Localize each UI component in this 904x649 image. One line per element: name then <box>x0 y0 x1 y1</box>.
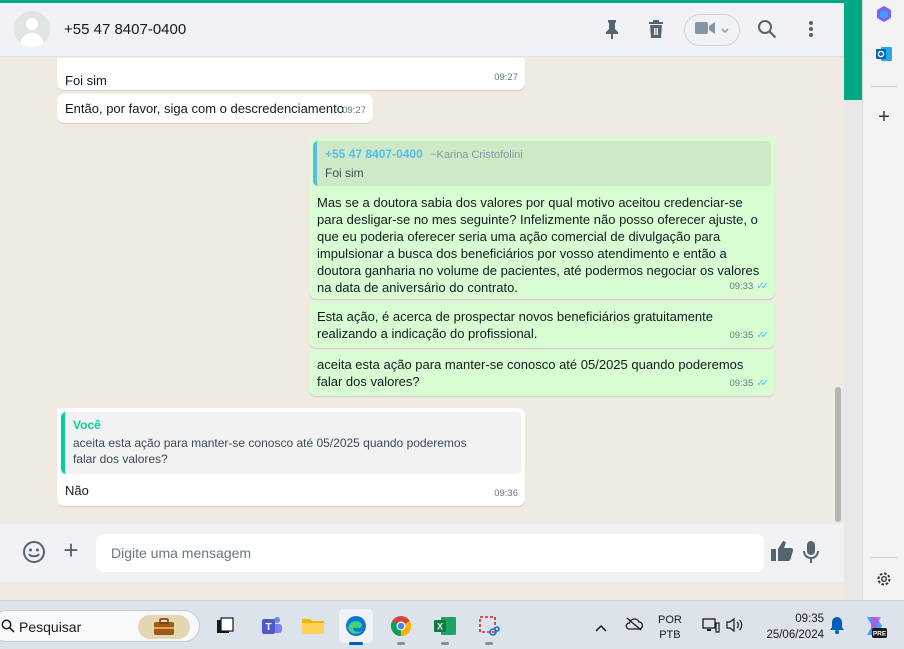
taskbar-search[interactable]: Pesquisar <box>0 610 200 642</box>
emoji-icon[interactable] <box>22 540 48 566</box>
outlook-icon[interactable] <box>875 45 893 63</box>
svg-text:PRE: PRE <box>873 631 887 638</box>
quoted-message[interactable]: Você aceita esta ação para manter-se con… <box>61 412 521 474</box>
message-text: Então, por favor, siga com o descredenci… <box>65 101 344 116</box>
briefcase-icon <box>138 615 190 639</box>
chevron-down-icon <box>721 21 729 39</box>
message-time: 09:27 <box>342 105 366 116</box>
chrome-icon[interactable] <box>384 609 418 645</box>
chat-scrollbar[interactable] <box>835 387 841 522</box>
cloud-offline-icon[interactable] <box>625 617 644 636</box>
quote-author-alias: ~Karina Cristofolini <box>430 149 523 161</box>
active-indicator <box>349 642 363 645</box>
add-icon[interactable]: + <box>875 107 893 127</box>
search-label: Pesquisar <box>19 619 82 635</box>
message-time: 09:35 ✓✓ <box>729 327 768 344</box>
microphone-icon[interactable] <box>802 540 822 566</box>
svg-text:X: X <box>437 622 443 632</box>
teams-icon[interactable]: T <box>254 609 288 643</box>
search-icon[interactable] <box>754 16 780 42</box>
video-camera-icon <box>695 21 715 40</box>
message-time: 09:35 ✓✓ <box>729 375 768 392</box>
read-ticks-icon: ✓✓ <box>756 378 769 389</box>
task-view-icon[interactable] <box>208 609 242 643</box>
edge-browser-icon[interactable] <box>339 609 373 645</box>
message-incoming[interactable]: Foi sim 09:27 <box>57 58 525 90</box>
quoted-message[interactable]: +55 47 8407-0400 ~Karina Cristofolini Fo… <box>313 141 771 186</box>
notification-bell-icon[interactable] <box>830 616 844 639</box>
whatsapp-window: +55 47 8407-0400 Foi sim 09:27 Então, po… <box>0 0 844 600</box>
message-time: 09:27 <box>494 72 518 83</box>
contact-name[interactable]: +55 47 8407-0400 <box>64 21 186 38</box>
menu-dots-icon[interactable] <box>798 16 824 42</box>
quote-text: Foi sim <box>325 166 364 180</box>
message-text: Não <box>65 483 89 498</box>
message-text: aceita esta ação para manter-se conosco … <box>317 357 744 389</box>
read-ticks-icon: ✓✓ <box>756 281 769 292</box>
file-explorer-icon[interactable] <box>296 609 330 643</box>
snipping-tool-icon[interactable] <box>472 609 506 645</box>
composer-bar: + <box>0 524 844 582</box>
message-input[interactable] <box>96 534 764 572</box>
video-call-button[interactable] <box>684 14 740 46</box>
message-text: Mas se a doutora sabia dos valores por q… <box>317 195 760 295</box>
plus-attach-icon[interactable]: + <box>60 537 82 563</box>
gear-icon[interactable] <box>875 570 893 588</box>
language-indicator[interactable]: POR PTB <box>658 613 682 643</box>
running-indicator <box>485 642 493 645</box>
message-time: 09:33 ✓✓ <box>729 278 768 295</box>
window-scrollbar-thumb[interactable] <box>844 0 862 100</box>
running-indicator <box>397 642 405 645</box>
copilot-icon[interactable] <box>875 5 893 23</box>
message-text: Esta ação, é acerca de prospectar novos … <box>317 309 714 341</box>
excel-icon[interactable]: X <box>428 609 462 645</box>
svg-text:T: T <box>265 622 271 633</box>
thumbs-up-icon[interactable] <box>770 540 796 566</box>
divider <box>871 86 897 87</box>
divider <box>871 557 897 558</box>
message-time: 09:36 <box>494 488 518 499</box>
pin-icon[interactable] <box>599 16 625 42</box>
quote-author: +55 47 8407-0400 <box>325 147 423 161</box>
windows-taskbar: Pesquisar T X POR PTB 09:35 25/06/2024 P… <box>0 600 904 649</box>
edge-sidebar: + <box>862 0 904 600</box>
search-icon <box>1 619 15 638</box>
message-outgoing[interactable]: +55 47 8407-0400 ~Karina Cristofolini Fo… <box>309 137 775 299</box>
message-list[interactable]: Foi sim 09:27 Então, por favor, siga com… <box>0 58 844 524</box>
network-icon[interactable] <box>702 617 720 638</box>
quote-text: aceita esta ação para manter-se conosco … <box>73 436 467 466</box>
contact-avatar[interactable] <box>14 11 50 47</box>
volume-icon[interactable] <box>726 617 744 638</box>
chat-header[interactable]: +55 47 8407-0400 <box>0 3 844 57</box>
running-indicator <box>441 642 449 645</box>
read-ticks-icon: ✓✓ <box>756 330 769 341</box>
message-text: Foi sim <box>65 73 107 88</box>
taskbar-clock[interactable]: 09:35 25/06/2024 <box>754 611 824 643</box>
quote-author: Você <box>73 418 101 432</box>
message-incoming[interactable]: Então, por favor, siga com o descredenci… <box>57 94 373 123</box>
copilot-pre-icon[interactable]: PRE <box>861 613 887 644</box>
message-outgoing[interactable]: Esta ação, é acerca de prospectar novos … <box>309 302 775 348</box>
message-outgoing[interactable]: aceita esta ação para manter-se conosco … <box>309 350 775 396</box>
trash-icon[interactable] <box>643 16 669 42</box>
message-incoming[interactable]: Você aceita esta ação para manter-se con… <box>57 408 525 506</box>
chevron-up-icon[interactable] <box>595 619 607 637</box>
